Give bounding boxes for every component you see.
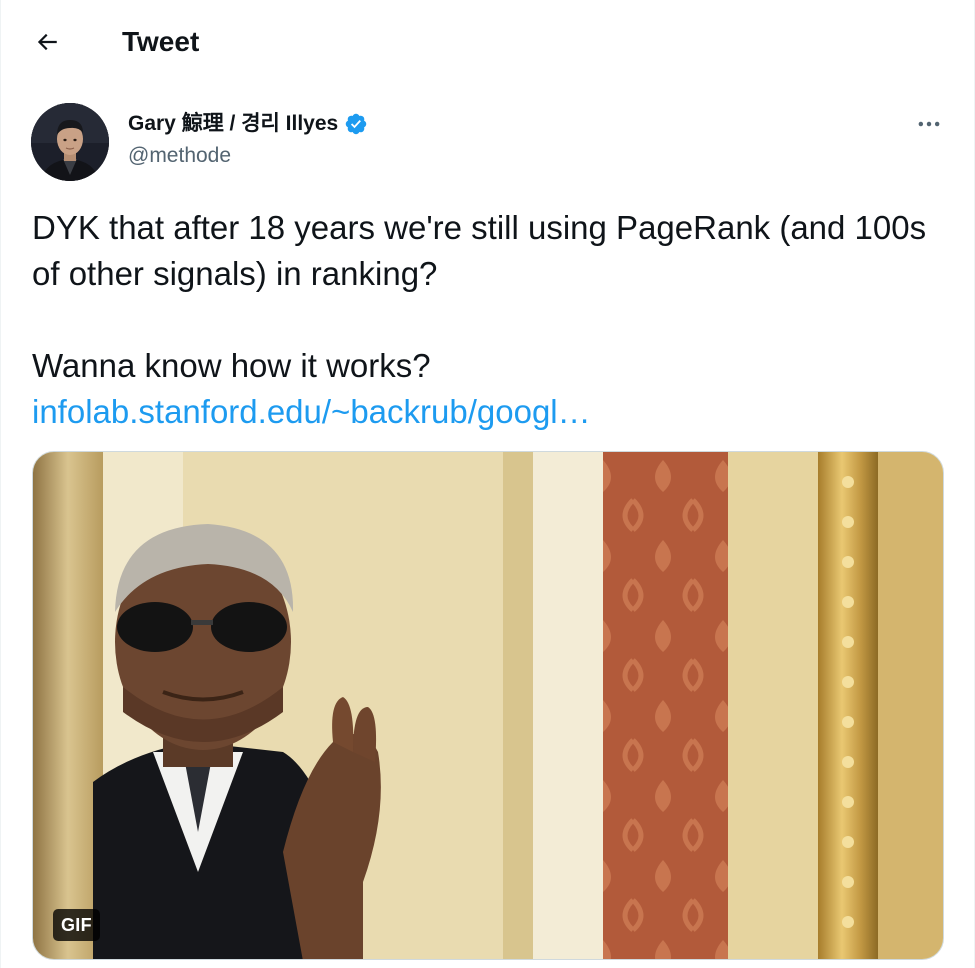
author-display-name[interactable]: Gary 鯨理 / 경리 Illyes xyxy=(128,109,338,139)
back-button[interactable] xyxy=(27,22,67,62)
author-handle[interactable]: @methode xyxy=(128,142,231,170)
more-horizontal-icon xyxy=(918,121,940,127)
tweet-page: Tweet Gary 鯨理 / 경리 Illyes @methode DYK t… xyxy=(0,0,975,968)
gif-preview-image xyxy=(33,452,943,959)
tweet-link[interactable]: infolab.stanford.edu/~backrub/googl… xyxy=(32,393,591,430)
tweet-media-gif[interactable]: GIF xyxy=(32,451,944,960)
tweet-text: DYK that after 18 years we're still usin… xyxy=(32,205,957,435)
page-header: Tweet xyxy=(1,0,975,86)
more-options-button[interactable] xyxy=(907,106,951,142)
gif-badge: GIF xyxy=(53,909,100,941)
author-name-row[interactable]: Gary 鯨理 / 경리 Illyes xyxy=(128,109,368,139)
tweet-text-line-2: Wanna know how it works? xyxy=(32,347,431,384)
arrow-left-icon xyxy=(37,33,57,51)
avatar[interactable] xyxy=(31,103,109,181)
verified-badge-icon xyxy=(345,113,367,135)
page-title: Tweet xyxy=(122,26,200,57)
tweet-text-line-1: DYK that after 18 years we're still usin… xyxy=(32,209,927,292)
